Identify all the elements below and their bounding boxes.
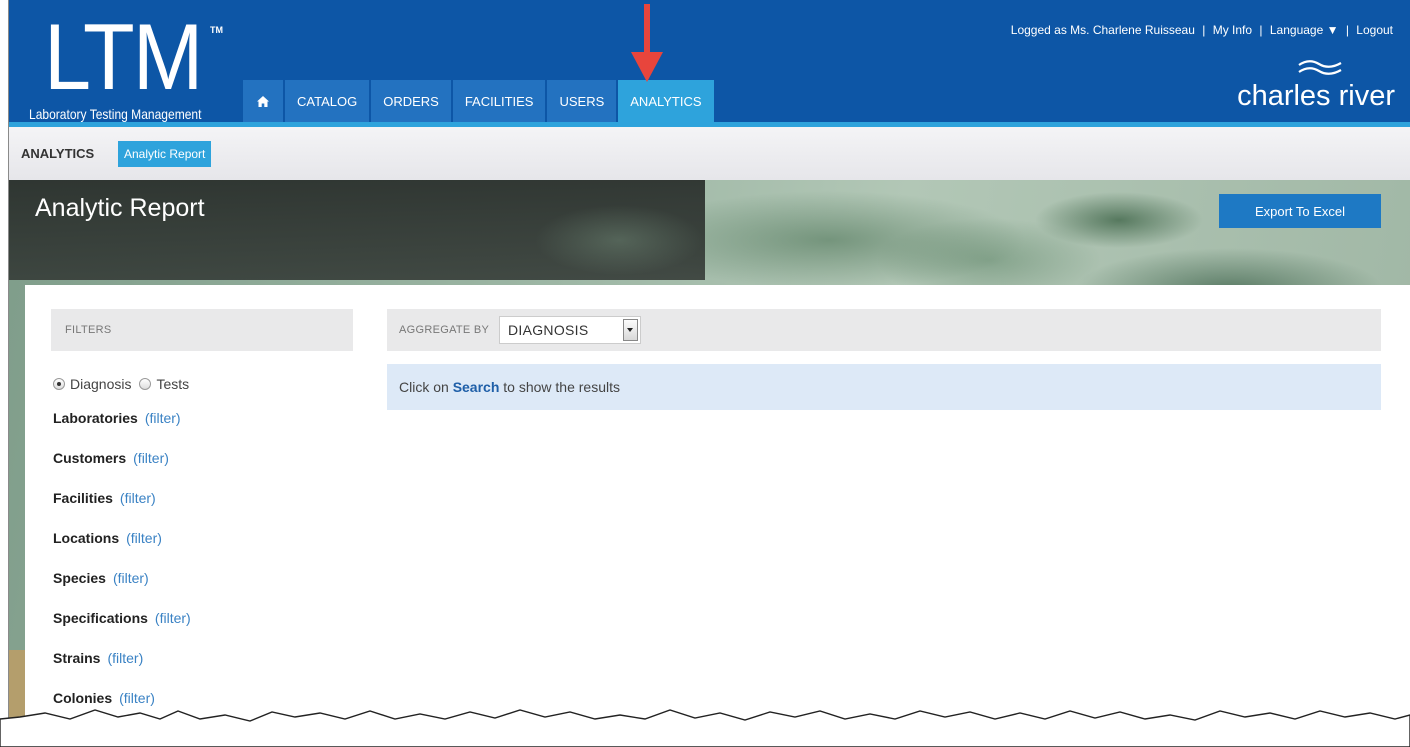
separator: |: [1259, 23, 1263, 37]
mode-radio-group: Diagnosis Tests: [53, 376, 197, 392]
chevron-down-icon[interactable]: [623, 319, 638, 341]
nav-facilities[interactable]: FACILITIES: [452, 80, 546, 122]
filter-name: Strains: [53, 650, 101, 666]
brand-name: charles river: [1237, 80, 1395, 112]
app-window: LTM TM Laboratory Testing Management CAT…: [8, 0, 1410, 747]
main-nav: CATALOG ORDERS FACILITIES USERS ANALYTIC…: [243, 80, 716, 122]
diagnosis-radio[interactable]: [53, 378, 65, 390]
filter-link[interactable]: (filter): [120, 490, 156, 506]
trademark-mark: TM: [210, 25, 223, 35]
red-arrow-annotation-icon: [631, 4, 663, 82]
tests-radio[interactable]: [139, 378, 152, 390]
filter-link[interactable]: (filter): [155, 610, 191, 626]
tests-radio-label[interactable]: Tests: [156, 376, 189, 392]
filter-link[interactable]: (filter): [126, 530, 162, 546]
breadcrumb-analytic-report[interactable]: Analytic Report: [118, 141, 212, 167]
aggregate-label: AGGREGATE BY: [399, 324, 490, 336]
torn-edge-decoration: [0, 709, 1410, 747]
logged-as-text: Logged as Ms. Charlene Ruisseau: [1010, 23, 1195, 37]
waves-icon: [1298, 60, 1342, 75]
filter-name: Specifications: [53, 610, 148, 626]
filter-item-facilities: Facilities (filter): [53, 490, 191, 530]
app-header: LTM TM Laboratory Testing Management CAT…: [9, 0, 1410, 122]
aggregate-select[interactable]: DIAGNOSIS: [499, 316, 641, 344]
breadcrumb-section: ANALYTICS: [21, 146, 95, 161]
nav-users[interactable]: USERS: [547, 80, 617, 122]
nav-home[interactable]: [243, 80, 283, 122]
report-content: FILTERS Diagnosis Tests Laboratories (fil…: [25, 285, 1410, 747]
separator: |: [1345, 23, 1349, 37]
filters-title: FILTERS: [65, 324, 112, 336]
app-subtitle: Laboratory Testing Management: [29, 106, 202, 122]
filter-item-strains: Strains (filter): [53, 650, 191, 690]
language-dropdown[interactable]: Language ▼: [1270, 23, 1339, 37]
results-message: Click on Search to show the results: [387, 364, 1381, 410]
results-suffix: to show the results: [503, 379, 621, 395]
filter-link[interactable]: (filter): [133, 450, 169, 466]
banner-title-panel: Analytic Report: [9, 180, 705, 280]
filter-item-specifications: Specifications (filter): [53, 610, 191, 650]
export-to-excel-button[interactable]: Export To Excel: [1219, 194, 1381, 228]
page-title: Analytic Report: [35, 194, 205, 222]
filter-link[interactable]: (filter): [113, 570, 149, 586]
filter-name: Locations: [53, 530, 120, 546]
search-link[interactable]: Search: [453, 379, 500, 395]
home-icon: [257, 95, 269, 107]
aggregate-bar: AGGREGATE BY DIAGNOSIS: [387, 309, 1381, 351]
ltm-logo[interactable]: LTM: [44, 10, 203, 104]
filter-item-locations: Locations (filter): [53, 530, 191, 570]
nav-catalog[interactable]: CATALOG: [285, 80, 370, 122]
filter-link[interactable]: (filter): [107, 650, 143, 666]
results-message-text: Click on Search to show the results: [399, 379, 620, 395]
user-bar: Logged as Ms. Charlene Ruisseau | My Inf…: [1009, 23, 1395, 37]
filter-name: Facilities: [53, 490, 113, 506]
nav-analytics[interactable]: ANALYTICS: [618, 80, 714, 122]
filter-name: Species: [53, 570, 106, 586]
filter-name: Colonies: [53, 690, 113, 706]
filter-item-laboratories: Laboratories (filter): [53, 410, 191, 450]
filter-name: Laboratories: [53, 410, 138, 426]
results-prefix: Click on: [399, 379, 449, 395]
diagnosis-radio-label[interactable]: Diagnosis: [70, 376, 131, 392]
filter-list: Laboratories (filter) Customers (filter) F…: [53, 410, 191, 730]
aggregate-selected-value: DIAGNOSIS: [508, 322, 589, 338]
filter-item-species: Species (filter): [53, 570, 191, 610]
logout-link[interactable]: Logout: [1356, 23, 1393, 37]
filter-item-customers: Customers (filter): [53, 450, 191, 490]
filters-header: FILTERS: [51, 309, 353, 351]
filter-link[interactable]: (filter): [119, 690, 155, 706]
filter-link[interactable]: (filter): [145, 410, 181, 426]
filter-name: Customers: [53, 450, 127, 466]
my-info-link[interactable]: My Info: [1213, 23, 1252, 37]
nav-orders[interactable]: ORDERS: [371, 80, 451, 122]
separator: |: [1202, 23, 1206, 37]
breadcrumb: ANALYTICS Analytic Report: [9, 127, 1410, 181]
charles-river-logo: charles river: [1205, 56, 1395, 118]
